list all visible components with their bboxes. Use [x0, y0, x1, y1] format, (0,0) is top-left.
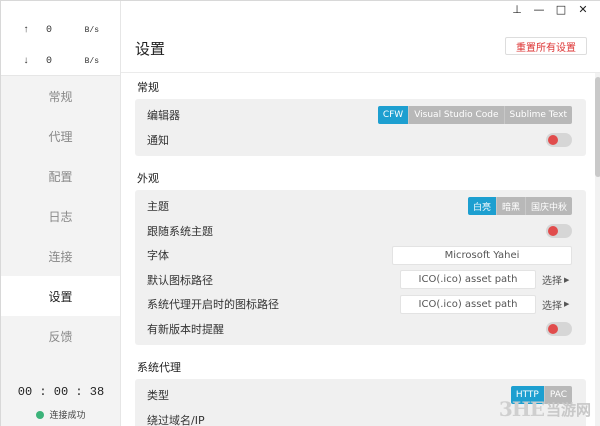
caret-right-icon: ▶ [564, 300, 570, 309]
proxy-icon-input[interactable]: ICO(.ico) asset path [400, 294, 536, 314]
proxy-type-label: 类型 [147, 389, 169, 403]
update-notify-label: 有新版本时提醒 [147, 322, 224, 336]
sidebar-item-connections[interactable]: 连接 [1, 236, 120, 276]
row-update-notify: 有新版本时提醒 [135, 317, 586, 342]
app-window: ⊥ — □ ✕ ↑ 0 B/s ↓ 0 B/s 常规 代理 配置 日志 连接 设… [0, 0, 600, 426]
close-icon[interactable]: ✕ [577, 4, 589, 16]
section-title-system-proxy: 系统代理 [137, 361, 181, 374]
proxy-icon-label: 系统代理开启时的图标路径 [147, 298, 279, 312]
maximize-icon[interactable]: □ [555, 4, 567, 16]
watermark-text: 当游网 [545, 400, 591, 419]
sidebar-nav: 常规 代理 配置 日志 连接 设置 反馈 [1, 76, 120, 356]
toggle-knob [548, 323, 558, 334]
download-unit: B/s [84, 56, 99, 66]
toggle-knob [548, 225, 558, 236]
panel-appearance: 主题 白亮 暗黑 国庆中秋 跟随系统主题 字体 Microsoft Yahei [135, 190, 586, 345]
update-notify-toggle[interactable] [546, 321, 572, 336]
download-speed: ↓ 0 B/s [1, 54, 120, 68]
notify-toggle[interactable] [546, 132, 572, 147]
row-follow-system: 跟随系统主题 [135, 219, 586, 244]
status-text: 连接成功 [49, 411, 86, 421]
row-theme: 主题 白亮 暗黑 国庆中秋 [135, 194, 586, 219]
status-dot-icon [36, 410, 45, 419]
download-value: 0 [45, 55, 52, 67]
sidebar: ↑ 0 B/s ↓ 0 B/s 常规 代理 配置 日志 连接 设置 反馈 00 … [1, 1, 121, 426]
follow-system-label: 跟随系统主题 [147, 224, 213, 238]
editor-option-vscode[interactable]: Visual Studio Code [409, 106, 505, 125]
main-panel: 设置 重置所有设置 常规 编辑器 CFW Visual Studio Code … [121, 1, 600, 426]
row-proxy-icon: 系统代理开启时的图标路径 ICO(.ico) asset path 选择 ▶ [135, 292, 586, 317]
sidebar-item-feedback[interactable]: 反馈 [1, 316, 120, 356]
sidebar-item-proxies[interactable]: 代理 [1, 116, 120, 156]
settings-content: 常规 编辑器 CFW Visual Studio Code Sublime Te… [121, 73, 595, 426]
sidebar-item-logs[interactable]: 日志 [1, 196, 120, 236]
editor-selector: CFW Visual Studio Code Sublime Text [377, 106, 572, 125]
caret-right-icon: ▶ [564, 275, 570, 284]
upload-value: 0 [45, 24, 52, 36]
theme-label: 主题 [147, 200, 169, 214]
proxy-icon-pick-button[interactable]: 选择 ▶ [542, 297, 572, 312]
upload-speed: ↑ 0 B/s [1, 23, 120, 37]
font-label: 字体 [147, 249, 169, 263]
sidebar-item-profiles[interactable]: 配置 [1, 156, 120, 196]
panel-general: 编辑器 CFW Visual Studio Code Sublime Text … [135, 99, 586, 156]
upload-arrow-icon: ↑ [22, 24, 29, 36]
content-scrollbar[interactable] [595, 73, 600, 426]
editor-option-cfw[interactable]: CFW [377, 106, 410, 125]
section-title-general: 常规 [137, 81, 159, 94]
reset-all-button[interactable]: 重置所有设置 [505, 37, 587, 55]
scrollbar-thumb[interactable] [595, 77, 600, 177]
title-bar: ⊥ — □ ✕ [509, 1, 599, 19]
row-notify: 通知 [135, 128, 586, 153]
follow-system-toggle[interactable] [546, 223, 572, 238]
editor-label: 编辑器 [147, 109, 180, 123]
notify-label: 通知 [147, 133, 169, 147]
upload-unit: B/s [84, 25, 99, 35]
uptime-timer: 00 : 00 : 38 [17, 385, 105, 399]
sidebar-item-settings[interactable]: 设置 [1, 276, 120, 316]
default-icon-pick-button[interactable]: 选择 ▶ [542, 272, 572, 288]
page-title: 设置 [135, 40, 166, 58]
row-default-icon: 默认图标路径 ICO(.ico) asset path 选择 ▶ [135, 268, 586, 293]
font-input[interactable]: Microsoft Yahei [392, 245, 572, 265]
editor-option-sublime[interactable]: Sublime Text [504, 106, 572, 125]
pick-label: 选择 [542, 276, 562, 288]
connection-status: 连接成功 [1, 408, 121, 421]
watermark: 3HE 当游网 [499, 397, 591, 421]
section-title-appearance: 外观 [137, 172, 159, 185]
row-font: 字体 Microsoft Yahei [135, 243, 586, 268]
pin-icon[interactable]: ⊥ [511, 4, 523, 16]
theme-option-dark[interactable]: 暗黑 [496, 197, 526, 216]
toggle-knob [548, 134, 558, 145]
row-editor: 编辑器 CFW Visual Studio Code Sublime Text [135, 103, 586, 128]
theme-selector: 白亮 暗黑 国庆中秋 [467, 197, 572, 216]
default-icon-input[interactable]: ICO(.ico) asset path [400, 270, 536, 290]
default-icon-label: 默认图标路径 [147, 273, 213, 287]
theme-option-light[interactable]: 白亮 [467, 197, 497, 216]
theme-option-festival[interactable]: 国庆中秋 [525, 197, 572, 216]
download-arrow-icon: ↓ [22, 55, 29, 67]
pick-label: 选择 [542, 300, 562, 312]
minimize-icon[interactable]: — [533, 4, 545, 16]
watermark-logo: 3HE [498, 397, 545, 421]
sidebar-item-general[interactable]: 常规 [1, 76, 120, 116]
traffic-panel: ↑ 0 B/s ↓ 0 B/s [1, 1, 120, 76]
